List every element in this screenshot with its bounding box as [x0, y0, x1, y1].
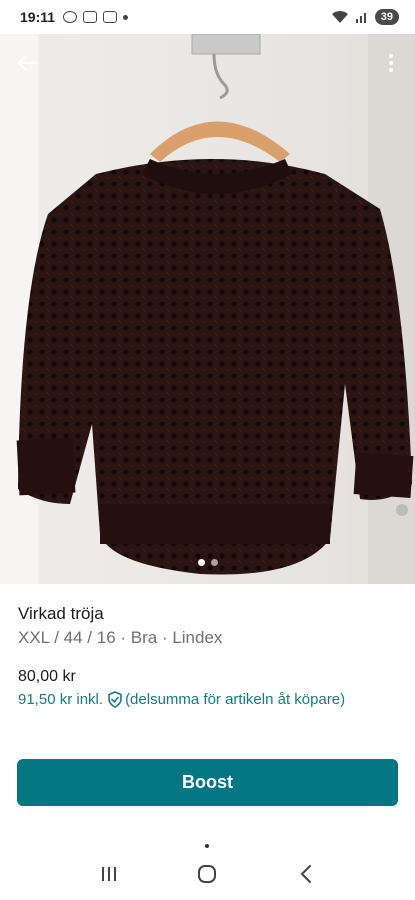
more-notifications-icon [123, 14, 129, 20]
battery-indicator: 39 [374, 9, 399, 25]
more-vertical-icon [389, 54, 393, 72]
boost-button[interactable]: Boost [17, 759, 398, 806]
system-navigation-bar [0, 848, 415, 900]
status-notification-icons [63, 11, 129, 23]
home-button[interactable] [187, 859, 227, 889]
item-price: 80,00 kr [18, 668, 76, 685]
sweater-image [0, 34, 415, 584]
chrome-icon [63, 11, 78, 23]
home-icon [198, 865, 217, 883]
signal-icon [355, 13, 366, 23]
shield-check-icon [107, 691, 123, 708]
status-time: 19:11 [20, 9, 56, 25]
recent-apps-button[interactable] [89, 859, 129, 889]
back-button[interactable] [12, 48, 42, 78]
buyer-protection-price[interactable]: 91,50 kr inkl. (delsumma för artikeln åt… [18, 691, 345, 708]
item-details: XXL / 44 / 16 · Bra · Lindex [18, 628, 223, 647]
more-options-button[interactable] [379, 48, 403, 78]
video-icon [103, 11, 118, 23]
chevron-left-icon [300, 865, 311, 883]
item-title: Virkad tröja [18, 604, 104, 623]
price-incl-label: inkl. [76, 691, 104, 708]
wifi-icon [331, 10, 348, 23]
price-incl-amount: 91,50 kr [18, 691, 73, 708]
product-photo[interactable] [0, 34, 415, 584]
scan-icon [83, 11, 98, 23]
status-system-icons: 39 [331, 9, 399, 25]
price-incl-note: (delsumma för artikeln åt köpare) [125, 691, 346, 708]
back-nav-button[interactable] [286, 859, 326, 889]
carousel-dot-1[interactable] [197, 559, 205, 566]
status-bar: 19:11 39 [0, 0, 415, 34]
recent-apps-icon [102, 867, 117, 881]
carousel-indicator [0, 559, 415, 566]
arrow-left-icon [18, 55, 37, 71]
carousel-dot-2[interactable] [210, 559, 218, 566]
